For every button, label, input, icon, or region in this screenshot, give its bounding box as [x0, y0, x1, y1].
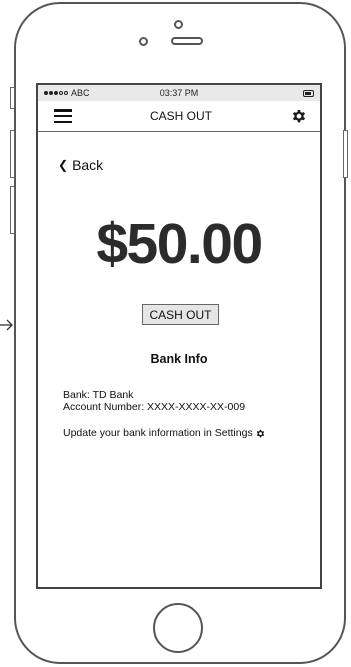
- hamburger-menu-icon[interactable]: [54, 109, 72, 123]
- nav-bar: CASH OUT: [38, 101, 320, 132]
- flow-arrow-icon: [0, 319, 13, 331]
- status-bar: ABC 03:37 PM: [38, 85, 320, 101]
- gear-icon[interactable]: [290, 107, 308, 125]
- side-button-power: [343, 130, 348, 178]
- front-camera: [174, 20, 183, 29]
- bank-details: Bank: TD Bank Account Number: XXXX-XXXX-…: [63, 389, 245, 413]
- carrier-signal: ABC: [44, 88, 90, 98]
- phone-screen: ABC 03:37 PM CASH OUT ❮ Back $50.00 CASH…: [36, 83, 322, 589]
- update-bank-info: Update your bank information in Settings: [63, 427, 266, 439]
- cash-out-button[interactable]: CASH OUT: [142, 304, 219, 325]
- settings-gear-icon[interactable]: [255, 428, 266, 439]
- side-button-mute: [10, 87, 15, 109]
- earpiece-speaker: [171, 37, 203, 45]
- cash-out-amount: $50.00: [96, 212, 263, 276]
- side-button-volume-up: [10, 130, 15, 178]
- signal-strength-icon: [44, 91, 68, 95]
- battery-icon: [303, 89, 314, 97]
- page-title: CASH OUT: [149, 109, 212, 123]
- sensor: [139, 37, 148, 46]
- home-button[interactable]: [153, 603, 203, 653]
- back-link[interactable]: ❮ Back: [58, 157, 103, 173]
- wireframe-canvas: ABC 03:37 PM CASH OUT ❮ Back $50.00 CASH…: [0, 0, 351, 667]
- account-number: Account Number: XXXX-XXXX-XX-009: [63, 401, 246, 413]
- chevron-left-icon: ❮: [58, 158, 69, 172]
- side-button-volume-down: [10, 186, 15, 234]
- carrier-name: ABC: [71, 88, 90, 98]
- back-label: Back: [72, 157, 104, 173]
- bank-info-heading: Bank Info: [150, 352, 208, 366]
- bank-name: Bank: TD Bank: [63, 389, 134, 401]
- update-bank-text: Update your bank information in Settings: [63, 427, 253, 439]
